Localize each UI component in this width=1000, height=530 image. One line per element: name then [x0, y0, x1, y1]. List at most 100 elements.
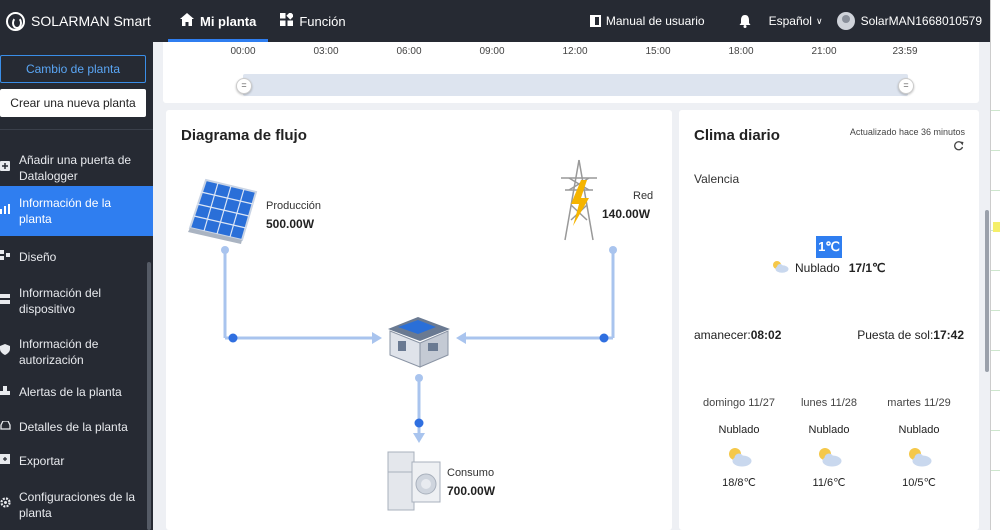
- timeline-tick: 21:00: [811, 46, 837, 57]
- solarman-logo-icon: [6, 11, 25, 31]
- forecast-day: domingo 11/27 Nublado 18/8℃: [699, 397, 779, 489]
- sidebar-item-3[interactable]: Información del dispositivo: [0, 276, 153, 326]
- current-condition: Nublado 17/1℃: [771, 260, 886, 276]
- timeline-tick: 23:59: [892, 46, 918, 57]
- sidebar-item-label: Diseño: [19, 249, 56, 265]
- notifications-bell-icon[interactable]: [739, 14, 751, 28]
- sidebar-item-label-line1: Información de la: [19, 196, 112, 210]
- sidebar-item-label-line1: Detalles de la planta: [19, 420, 128, 434]
- sidebar-item-label-line2: planta: [19, 212, 52, 226]
- tab-mi-planta[interactable]: Mi planta: [168, 0, 269, 42]
- house-icon: [388, 317, 450, 368]
- forecast-condition: Nublado: [808, 424, 850, 436]
- sidebar-item-label-line1: Añadir una puerta de: [19, 153, 132, 167]
- condition-label: Nublado: [795, 261, 840, 275]
- forecast-condition: Nublado: [718, 424, 760, 436]
- weather-title: Clima diario: [694, 127, 780, 144]
- sidebar-item-label: Exportar: [19, 453, 64, 469]
- export-icon: [0, 453, 19, 469]
- consumption-arrow-icon: [413, 433, 425, 443]
- sidebar-item-label-line1: Diseño: [19, 250, 57, 264]
- sidebar-item-7[interactable]: Exportar: [0, 446, 153, 476]
- forecast-date: martes 11/29: [887, 397, 951, 409]
- username: SolarMAN1668010579: [860, 14, 982, 28]
- avatar: [836, 12, 855, 30]
- weather-updated: Actualizado hace 36 minutos: [849, 127, 965, 137]
- tab-funcion[interactable]: Función: [268, 0, 357, 42]
- grid-endpoint-dot: [609, 246, 617, 254]
- change-plant-button[interactable]: Cambio de planta: [0, 55, 146, 83]
- forecast-temperature: 10/5℃: [902, 477, 936, 489]
- timeline-tick: 15:00: [645, 46, 671, 57]
- language-label: Español: [768, 14, 812, 28]
- timeline-tick: 06:00: [396, 46, 422, 57]
- time-range-card: = = 00:00 03:00 06:00 09:00 12:00 15:00 18:00 2…: [163, 42, 979, 103]
- timeline-tick: 03:00: [313, 46, 339, 57]
- sunset-label: Puesta de sol:: [857, 328, 934, 342]
- production-arrow-icon: [372, 332, 382, 344]
- grid-flow-dot: [599, 333, 609, 343]
- home-appliances-icon: [387, 451, 441, 511]
- refresh-icon[interactable]: [953, 141, 964, 155]
- brand[interactable]: SOLARMAN Smart: [0, 0, 168, 42]
- user-manual-link[interactable]: Manual de usuario: [589, 14, 705, 28]
- cloudy-icon: [906, 447, 932, 467]
- sidebar-item-label-line1: Información de: [19, 337, 99, 351]
- grid-icon: [280, 11, 295, 29]
- timeline-tick: 09:00: [479, 46, 505, 57]
- user-menu[interactable]: SolarMAN1668010579: [836, 12, 982, 30]
- sidebar-scrollbar[interactable]: [147, 262, 151, 530]
- time-range-start-handle[interactable]: =: [236, 78, 252, 94]
- production-endpoint-dot: [221, 246, 229, 254]
- sidebar-item-label-line2: Datalogger: [19, 169, 78, 183]
- sidebar-item-8[interactable]: Configuraciones de la planta: [0, 480, 153, 530]
- forecast-day: martes 11/29 Nublado 10/5℃: [879, 397, 959, 489]
- daily-weather-card: Clima diario Actualizado hace 36 minutos…: [679, 110, 979, 530]
- language-selector[interactable]: Español ∨: [769, 14, 823, 28]
- sidebar-item-1[interactable]: Información de la planta: [0, 186, 153, 236]
- production-value: 500.00W: [266, 217, 315, 231]
- sidebar-item-label-line1: Información del: [19, 286, 102, 300]
- cloudy-icon: [726, 447, 752, 467]
- sidebar-item-label: Configuraciones de la planta: [19, 489, 135, 521]
- time-range-end-handle[interactable]: =: [898, 78, 914, 94]
- sunrise-label: amanecer:: [694, 328, 751, 342]
- plus-square-icon: [0, 160, 19, 176]
- sidebar-item-4[interactable]: Información de autorización: [0, 327, 153, 377]
- consumption-label: Consumo: [447, 467, 495, 479]
- production-flow-dot: [228, 333, 238, 343]
- create-plant-button[interactable]: Crear una nueva planta: [0, 89, 146, 117]
- sidebar-item-6[interactable]: Detalles de la planta: [0, 412, 153, 442]
- tab-label: Mi planta: [200, 13, 257, 29]
- device-icon: [0, 293, 19, 309]
- home-icon: [180, 13, 194, 29]
- current-temperature: 1℃: [816, 236, 842, 258]
- sunset-time: 17:42: [933, 328, 964, 342]
- sidebar-item-2[interactable]: Diseño: [0, 242, 153, 272]
- sidebar-item-label: Añadir una puerta de Datalogger: [19, 152, 131, 184]
- sidebar-item-label-line1: Alertas de la planta: [19, 385, 122, 399]
- page-scrollbar[interactable]: [985, 210, 989, 372]
- sidebar-item-0[interactable]: Añadir una puerta de Datalogger: [0, 146, 153, 190]
- sidebar-item-label: Información de la planta: [19, 195, 111, 227]
- right-window-edge: [990, 0, 1000, 530]
- forecast-day: lunes 11/28 Nublado 11/6℃: [789, 397, 869, 489]
- time-range-slider-track[interactable]: [243, 74, 908, 96]
- sidebar-divider: [0, 129, 153, 130]
- alert-icon: [0, 384, 19, 400]
- sidebar-item-label-line1: Exportar: [19, 454, 65, 468]
- timeline-tick: 18:00: [728, 46, 754, 57]
- cloudy-icon: [771, 260, 789, 276]
- timeline-tick: 00:00: [230, 46, 256, 57]
- sidebar-item-label: Detalles de la planta: [19, 419, 128, 435]
- sidebar-item-5[interactable]: Alertas de la planta: [0, 377, 153, 407]
- sidebar-item-label-line2: dispositivo: [19, 302, 76, 316]
- car-icon: [0, 419, 19, 435]
- temperature-range: 17/1℃: [848, 261, 886, 275]
- sunset: Puesta de sol:17:42: [857, 328, 964, 342]
- house-endpoint-dot: [415, 374, 423, 382]
- production-label: Producción: [266, 200, 322, 212]
- forecast-date: lunes 11/28: [800, 397, 858, 409]
- sidebar-item-label: Información de autorización: [19, 336, 98, 368]
- grid-value: 140.00W: [602, 207, 651, 221]
